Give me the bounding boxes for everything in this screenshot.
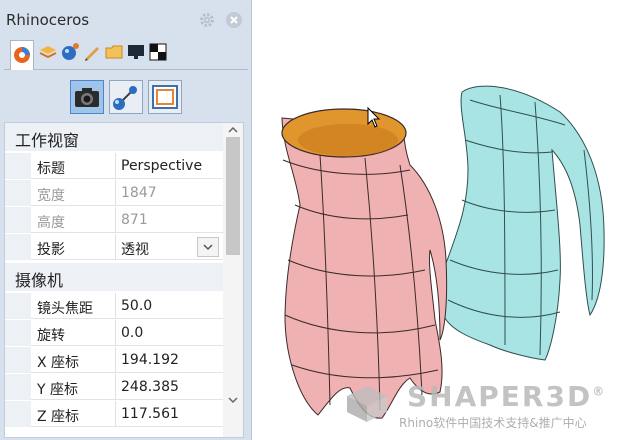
panel-tab-strip <box>4 40 248 70</box>
rotation-value[interactable]: 0.0 <box>121 325 143 341</box>
shaper3d-logo-icon <box>347 386 387 422</box>
perspective-viewport[interactable]: SHAPER3D® Rhino软件中国技术支持&推广中心 <box>253 0 639 440</box>
pencil-icon[interactable] <box>82 42 102 62</box>
row-label: 镜头焦距 <box>37 301 93 317</box>
close-icon[interactable] <box>226 12 242 28</box>
row-y-coordinate[interactable]: Y 座标 248.385 <box>5 374 223 400</box>
row-label: 投影 <box>37 242 65 258</box>
row-label: 高度 <box>37 215 65 231</box>
panel-titlebar[interactable]: Rhinoceros <box>0 0 252 38</box>
cyan-vase <box>440 85 605 361</box>
properties-icon <box>14 47 30 63</box>
target-icon <box>113 86 137 110</box>
row-rotation[interactable]: 旋转 0.0 <box>5 320 223 346</box>
projection-select[interactable]: 透视 <box>121 239 149 259</box>
frame-icon <box>152 85 178 109</box>
camera-icon <box>75 88 99 107</box>
row-label: 旋转 <box>37 328 65 344</box>
lens-length-value[interactable]: 50.0 <box>121 298 152 314</box>
watermark-subtitle: Rhino软件中国技术支持&推广中心 <box>399 416 587 430</box>
target-button[interactable] <box>109 80 143 114</box>
folder-icon[interactable] <box>104 42 124 62</box>
render-icon[interactable] <box>60 42 80 62</box>
y-coordinate-value[interactable]: 248.385 <box>121 379 179 395</box>
z-coordinate-value[interactable]: 117.561 <box>121 406 179 422</box>
gear-icon[interactable] <box>199 12 215 28</box>
row-label: X 座标 <box>37 355 80 371</box>
watermark: SHAPER3D® Rhino软件中国技术支持&推广中心 <box>343 380 639 440</box>
row-projection[interactable]: 投影 透视 <box>5 234 223 260</box>
section-title: 工作视窗 <box>15 131 80 150</box>
layers-icon[interactable] <box>38 42 58 62</box>
row-height: 高度 871 <box>5 207 223 233</box>
watermark-brand: SHAPER3D® <box>407 380 607 413</box>
scroll-down-icon[interactable] <box>227 395 239 405</box>
projection-dropdown-button[interactable] <box>197 237 219 257</box>
row-width: 宽度 1847 <box>5 180 223 206</box>
row-lens-length[interactable]: 镜头焦距 50.0 <box>5 293 223 319</box>
chevron-down-icon <box>203 244 213 251</box>
panel-title: Rhinoceros <box>6 11 90 29</box>
checker-icon[interactable] <box>148 42 168 62</box>
scroll-up-icon[interactable] <box>227 125 239 135</box>
camera-button[interactable] <box>70 80 104 114</box>
display-icon[interactable] <box>126 42 146 62</box>
row-label: 标题 <box>37 161 65 177</box>
viewport-mode-buttons <box>0 72 252 122</box>
row-label: 宽度 <box>37 188 65 204</box>
row-title[interactable]: 标题 Perspective <box>5 153 223 179</box>
camera-section-header[interactable]: 摄像机 <box>5 263 223 291</box>
title-value[interactable]: Perspective <box>121 158 202 174</box>
scrollbar-thumb[interactable] <box>226 137 240 255</box>
row-label: Y 座标 <box>37 382 79 398</box>
properties-panel: Rhinoceros 工作视窗 标题 Perspective 宽度 1847 高… <box>0 0 252 440</box>
section-title: 摄像机 <box>15 271 64 290</box>
vase-render <box>281 85 605 419</box>
width-value: 1847 <box>121 185 157 201</box>
height-value: 871 <box>121 212 148 228</box>
property-scrollbar[interactable] <box>223 123 243 437</box>
tab-properties[interactable] <box>10 40 34 70</box>
row-label: Z 座标 <box>37 409 80 425</box>
wallpaper-button[interactable] <box>148 80 182 114</box>
x-coordinate-value[interactable]: 194.192 <box>121 352 179 368</box>
viewport-section-header[interactable]: 工作视窗 <box>5 123 223 151</box>
row-z-coordinate[interactable]: Z 座标 117.561 <box>5 401 223 427</box>
row-x-coordinate[interactable]: X 座标 194.192 <box>5 347 223 373</box>
property-grid: 工作视窗 标题 Perspective 宽度 1847 高度 871 投影 透视… <box>4 122 244 438</box>
